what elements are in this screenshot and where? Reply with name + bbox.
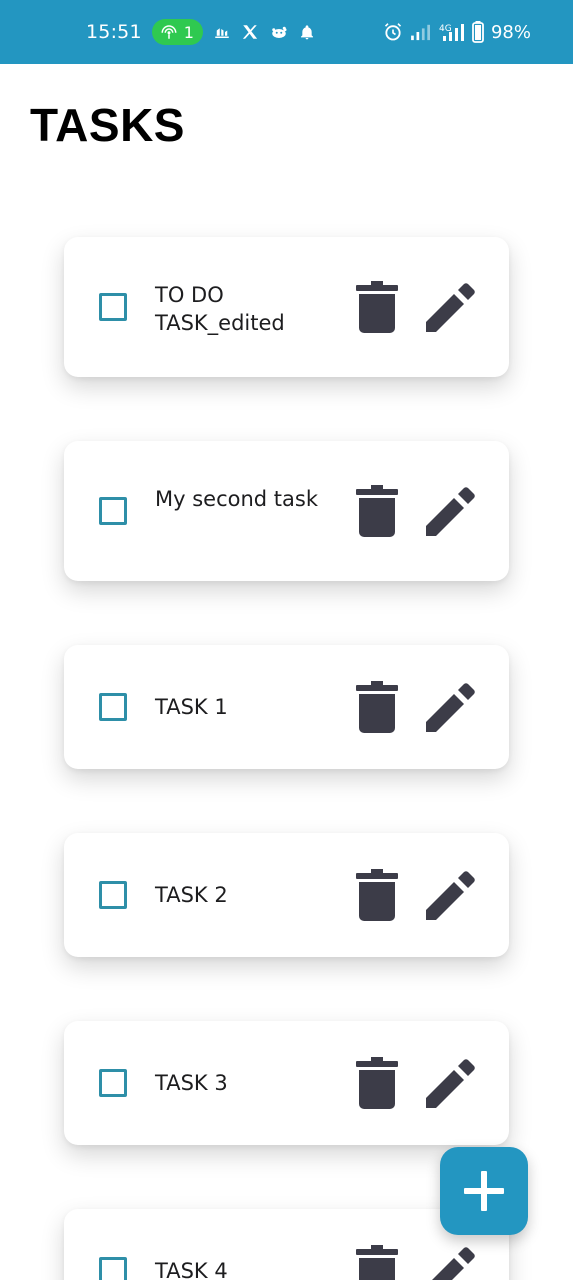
pencil-icon (426, 683, 475, 732)
delete-button[interactable] (354, 280, 400, 334)
edit-button[interactable] (424, 1056, 478, 1110)
plus-icon (464, 1171, 504, 1211)
task-checkbox[interactable] (99, 1257, 127, 1280)
trash-icon (356, 281, 398, 333)
delete-button[interactable] (354, 1056, 400, 1110)
pencil-icon (432, 1247, 475, 1280)
trash-icon (356, 1057, 398, 1109)
task-label: TASK 2 (155, 883, 228, 907)
reddit-icon (269, 22, 289, 42)
task-card: My second task (64, 441, 509, 581)
task-card: TASK 2 (64, 833, 509, 957)
signal-4g-icon: 4G (439, 22, 465, 42)
task-card: TASK 3 (64, 1021, 509, 1145)
lean-icon (213, 22, 231, 42)
task-checkbox[interactable] (99, 293, 127, 321)
trash-icon (356, 869, 398, 921)
pencil-icon (426, 487, 475, 536)
status-time: 15:51 (86, 21, 142, 43)
task-label: TO DO TASK_edited (155, 283, 285, 335)
signal-icon (410, 22, 432, 42)
task-card: TO DO TASK_edited (64, 237, 509, 377)
edit-button[interactable] (424, 484, 478, 538)
page-title: TASKS (30, 99, 185, 151)
pencil-icon (426, 1059, 475, 1108)
pencil-icon (426, 283, 475, 332)
task-label: TASK 3 (155, 1071, 228, 1095)
trash-icon (356, 1245, 398, 1280)
battery-percent: 98% (490, 21, 531, 43)
network-label: 4G (438, 24, 452, 34)
task-checkbox[interactable] (99, 693, 127, 721)
task-checkbox[interactable] (99, 497, 127, 525)
trash-icon (356, 485, 398, 537)
delete-button[interactable] (354, 484, 400, 538)
task-checkbox[interactable] (99, 1069, 127, 1097)
task-label: TASK 1 (155, 695, 228, 719)
hotspot-icon (160, 22, 178, 42)
edit-button[interactable] (424, 280, 478, 334)
delete-button[interactable] (354, 1244, 400, 1280)
alarm-icon (383, 22, 403, 42)
edit-button[interactable] (424, 680, 478, 734)
delete-button[interactable] (354, 680, 400, 734)
status-bar-right: 4G 98% (383, 0, 531, 64)
task-card: TASK 1 (64, 645, 509, 769)
x-icon (241, 22, 259, 42)
status-bar-left: 15:51 1 (86, 0, 315, 64)
hotspot-pill[interactable]: 1 (151, 19, 203, 45)
status-bar: 15:51 1 4G 98% (0, 0, 573, 64)
edit-button[interactable] (424, 1244, 478, 1280)
bell-icon (299, 22, 315, 42)
hotspot-count: 1 (183, 22, 194, 42)
trash-icon (356, 681, 398, 733)
edit-button[interactable] (424, 868, 478, 922)
add-task-button[interactable] (440, 1147, 528, 1235)
battery-icon (472, 21, 484, 43)
pencil-icon (426, 871, 475, 920)
task-label: TASK 4 (155, 1259, 228, 1280)
task-checkbox[interactable] (99, 881, 127, 909)
task-label: My second task (155, 487, 318, 511)
delete-button[interactable] (354, 868, 400, 922)
